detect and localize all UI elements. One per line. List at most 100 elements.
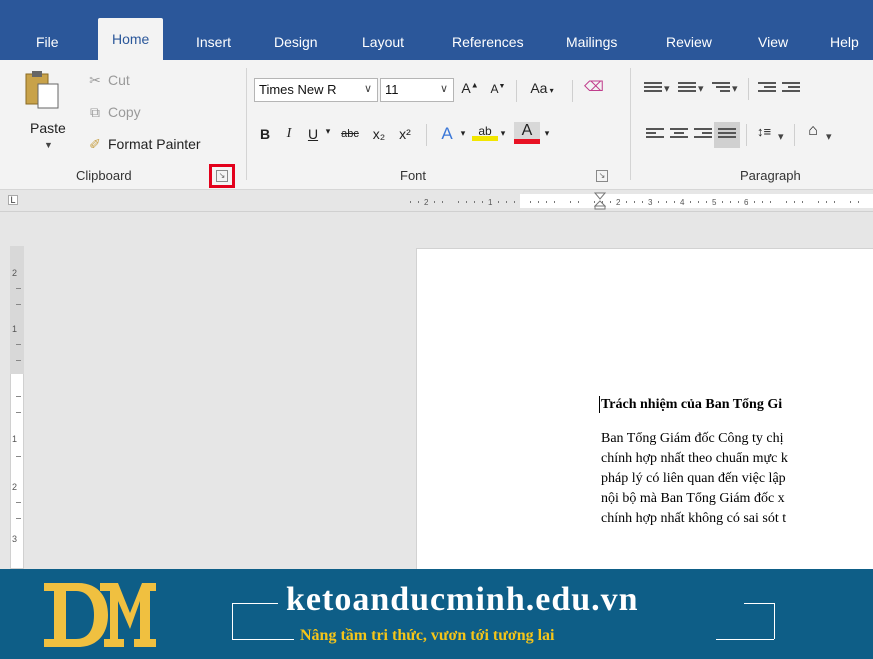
format-painter-button[interactable]: ✐ Format Painter [86,136,201,153]
text-effects-icon[interactable]: A [436,124,458,144]
paragraph-separator [794,124,795,146]
svg-text:4: 4 [680,198,685,207]
highlight-dropdown-icon[interactable]: ▾ [498,128,508,139]
clear-formatting-icon[interactable]: ⌫ [582,78,606,95]
vruler-tick [16,396,21,397]
tab-home[interactable]: Home [98,18,164,60]
vruler-tick [16,360,21,361]
tab-help[interactable]: Help [830,24,859,60]
line-spacing-dropdown-icon[interactable]: ▾ [778,130,784,143]
subscript-button[interactable]: x₂ [368,126,390,142]
watermark-banner: ketoanducminh.edu.vn Nâng tầm tri thức, … [0,569,873,659]
vruler-tick [16,288,21,289]
paintbrush-icon: ✐ [89,136,101,152]
copy-button[interactable]: ⧉ Copy [86,104,141,121]
align-right-icon[interactable] [694,128,712,142]
tab-layout[interactable]: Layout [362,24,404,60]
svg-text:3: 3 [648,198,653,207]
underline-button[interactable]: U [304,126,322,142]
font-dialog-launcher-icon[interactable]: ↘ [596,170,608,182]
indent-marker-icon[interactable] [594,192,606,210]
cut-button[interactable]: ✂ Cut [86,72,130,89]
document-line[interactable]: nội bộ mà Ban Tổng Giám đốc x [601,491,785,507]
numbering-dropdown-icon[interactable]: ▾ [698,82,704,95]
banner-site-name: ketoanducminh.edu.vn [286,581,639,618]
tab-view[interactable]: View [758,24,788,60]
paste-dropdown-icon[interactable]: ▼ [44,140,53,150]
font-color-dropdown-icon[interactable]: ▾ [542,128,552,139]
highlight-color-icon[interactable]: ab [472,124,498,141]
document-line[interactable]: Ban Tổng Giám đốc Công ty chị [601,431,784,447]
banner-divider [716,639,774,640]
multilevel-list-dropdown-icon[interactable]: ▾ [732,82,738,95]
italic-button[interactable]: I [280,126,298,142]
document-line[interactable]: chính hợp nhất theo chuẩn mực k [601,451,788,467]
paste-icon[interactable] [24,70,60,110]
tab-file[interactable]: File [36,24,59,60]
font-color-icon[interactable]: A [514,122,540,144]
multilevel-list-icon[interactable] [712,82,730,96]
font-separator [426,124,427,146]
shading-dropdown-icon[interactable]: ▾ [826,130,832,143]
font-color-swatch [514,139,540,144]
font-size-dropdown-icon[interactable]: ∨ [440,82,448,95]
text-effects-dropdown-icon[interactable]: ▾ [458,128,468,139]
banner-divider [774,603,775,639]
underline-dropdown-icon[interactable]: ▾ [322,126,334,137]
vruler-tick [16,344,21,345]
svg-text:1: 1 [488,198,493,207]
bullets-icon[interactable] [644,82,662,96]
bullets-dropdown-icon[interactable]: ▾ [664,82,670,95]
ribbon-tab-bar: File Home Insert Design Layout Reference… [0,0,873,60]
vruler-number: 2 [12,482,18,492]
line-spacing-icon[interactable]: ↕≡ [754,124,774,139]
vruler-number: 1 [12,324,18,334]
banner-tagline: Nâng tầm tri thức, vươn tới tương lai [300,627,555,644]
font-separator [516,80,517,102]
align-center-icon[interactable] [670,128,688,142]
numbering-icon[interactable] [678,82,696,96]
scissors-icon: ✂ [89,72,101,88]
increase-indent-icon[interactable] [782,82,800,96]
cut-label: Cut [108,72,130,88]
tab-selector-icon[interactable]: L [8,195,18,205]
copy-label: Copy [108,104,141,120]
tab-references[interactable]: References [452,24,524,60]
align-left-icon[interactable] [646,128,664,142]
grow-font-icon[interactable]: A▲ [460,80,480,96]
banner-divider [232,603,233,639]
shading-icon[interactable]: ⌂ [802,122,824,140]
strikethrough-button[interactable]: abc [336,128,364,140]
clipboard-group-label: Clipboard [76,168,132,183]
tab-review[interactable]: Review [666,24,712,60]
change-case-label: Aa [530,80,548,96]
horizontal-ruler[interactable]: 2 1 2 3 4 5 6 [408,196,873,208]
document-page[interactable]: Trách nhiệm của Ban Tổng Gi Ban Tổng Giá… [416,248,873,569]
vruler-number: 2 [12,268,18,278]
vruler-tick [16,456,21,457]
document-line[interactable]: pháp lý có liên quan đến việc lập [601,471,786,487]
shrink-font-icon[interactable]: A▼ [488,82,508,96]
justify-button[interactable] [714,122,740,148]
vruler-number: 1 [12,434,18,444]
decrease-indent-icon[interactable] [758,82,776,96]
document-heading[interactable]: Trách nhiệm của Ban Tổng Gi [601,397,782,413]
font-separator [572,80,573,102]
format-painter-label: Format Painter [108,136,201,152]
font-name-combobox[interactable]: Times New R [254,78,378,102]
superscript-button[interactable]: x² [394,126,416,142]
clipboard-dialog-launcher-icon[interactable]: ↘ [216,170,228,182]
change-case-button[interactable]: Aa ▾ [524,80,560,96]
paragraph-group-label: Paragraph [740,168,801,183]
svg-text:2: 2 [616,198,621,207]
tab-insert[interactable]: Insert [196,24,231,60]
vertical-ruler-margin [10,246,24,374]
text-cursor [599,396,600,413]
tab-design[interactable]: Design [274,24,318,60]
vruler-tick [16,412,21,413]
paste-button[interactable]: Paste [30,120,66,136]
font-name-dropdown-icon[interactable]: ∨ [364,82,372,95]
tab-mailings[interactable]: Mailings [566,24,617,60]
document-line[interactable]: chính hợp nhất không có sai sót t [601,511,786,527]
bold-button[interactable]: B [256,126,274,142]
